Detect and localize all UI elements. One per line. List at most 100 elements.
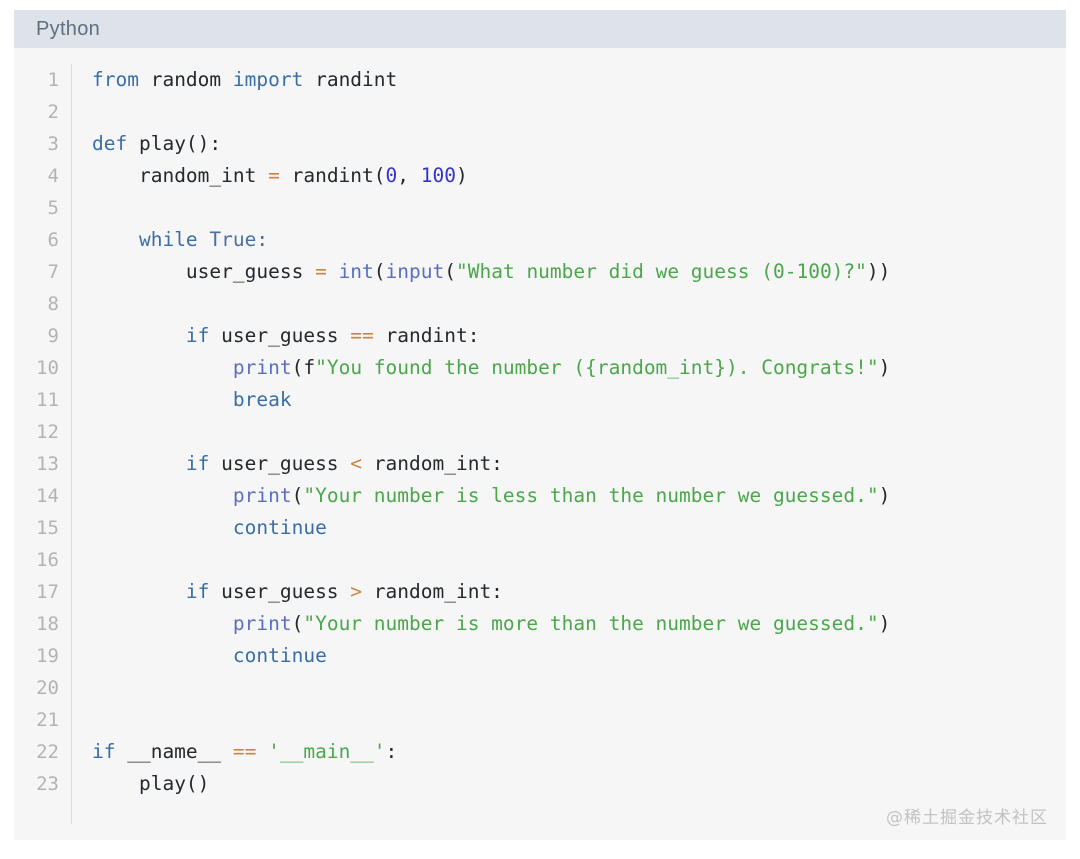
token-keyword: if xyxy=(185,580,210,603)
code-block-body: 1 2 3 4 5 6 7 8 9 10 11 12 13 14 15 16 1… xyxy=(14,48,1066,840)
token-keyword: if xyxy=(185,324,210,347)
line-number: 2 xyxy=(47,101,59,123)
code-line-empty xyxy=(92,704,1066,736)
token-operator: < xyxy=(350,452,363,475)
line-number: 15 xyxy=(36,517,59,539)
watermark: @稀土掘金技术社区 xyxy=(886,808,1048,828)
token-call: play() xyxy=(138,772,210,795)
token-operator: == xyxy=(350,324,374,347)
token-punct: ) xyxy=(878,356,891,379)
line-number: 7 xyxy=(47,261,59,283)
line-number: 13 xyxy=(36,453,59,475)
code-line: continue xyxy=(92,640,1066,672)
line-number: 11 xyxy=(36,389,59,411)
token-builtin-fn: print xyxy=(232,484,292,507)
line-number: 23 xyxy=(36,773,59,795)
line-number: 8 xyxy=(47,293,59,315)
token-variable: user_guess xyxy=(209,580,351,603)
code-line: if user_guess > random_int: xyxy=(92,576,1066,608)
token-string: "What number did we guess (0-100)?" xyxy=(456,260,867,283)
language-label: Python xyxy=(36,17,101,40)
token-variable: user_guess xyxy=(209,324,351,347)
token-module: random xyxy=(138,68,233,91)
token-string: '__main__' xyxy=(268,740,386,763)
code-line: play() xyxy=(92,768,1066,800)
code-line: print("Your number is less than the numb… xyxy=(92,480,1066,512)
token-name: randint xyxy=(303,68,398,91)
token-string: "Your number is less than the number we … xyxy=(303,484,879,507)
token-builtin-fn: input xyxy=(385,260,445,283)
token-name: play(): xyxy=(127,132,222,155)
line-number: 3 xyxy=(47,133,59,155)
line-number: 5 xyxy=(47,197,59,219)
token-punct: ) xyxy=(456,164,468,187)
token-punct: ( xyxy=(291,484,304,507)
code-line-empty xyxy=(92,544,1066,576)
code-line-empty xyxy=(92,416,1066,448)
token-builtin: True xyxy=(197,228,257,251)
code-line-empty xyxy=(92,192,1066,224)
token-number: 100 xyxy=(420,164,456,187)
token-builtin-fn: print xyxy=(232,612,292,635)
code-line: print("Your number is more than the numb… xyxy=(92,608,1066,640)
token-punct: : xyxy=(256,228,269,251)
code-line: user_guess = int(input("What number did … xyxy=(92,256,1066,288)
token-call: randint( xyxy=(279,164,386,187)
code-block-card: Python 1 2 3 4 5 6 7 8 9 10 11 12 13 14 … xyxy=(14,10,1066,840)
code-text-area[interactable]: from random import randint def play(): r… xyxy=(72,64,1066,824)
token-punct: ) xyxy=(878,612,891,635)
token-keyword: continue xyxy=(232,644,327,667)
line-number: 9 xyxy=(47,325,59,347)
token-punct: : xyxy=(385,740,398,763)
line-number: 22 xyxy=(36,741,59,763)
line-number: 12 xyxy=(36,421,59,443)
token-number: 0 xyxy=(385,164,398,187)
token-punct: ( xyxy=(291,612,304,635)
token-operator: = xyxy=(268,164,280,187)
code-line: random_int = randint(0, 100) xyxy=(92,160,1066,192)
token-keyword: import xyxy=(232,68,304,91)
token-fstring-prefix: f xyxy=(303,356,316,379)
code-line: if __name__ == '__main__': xyxy=(92,736,1066,768)
code-line: break xyxy=(92,384,1066,416)
token-keyword: if xyxy=(185,452,210,475)
token-operator: == xyxy=(232,740,257,763)
token-dunder: __name__ xyxy=(115,740,233,763)
token-punct: ( xyxy=(291,356,304,379)
line-number: 16 xyxy=(36,549,59,571)
line-number-gutter: 1 2 3 4 5 6 7 8 9 10 11 12 13 14 15 16 1… xyxy=(14,64,72,824)
code-line: print(f"You found the number ({random_in… xyxy=(92,352,1066,384)
token-keyword: while xyxy=(138,228,198,251)
code-line: from random import randint xyxy=(92,64,1066,96)
token-builtin-fn: print xyxy=(232,356,292,379)
token-variable: user_guess xyxy=(185,260,316,283)
code-line: continue xyxy=(92,512,1066,544)
code-line: def play(): xyxy=(92,128,1066,160)
code-line-empty xyxy=(92,96,1066,128)
token-punct: ( xyxy=(373,260,386,283)
token-keyword: continue xyxy=(232,516,327,539)
token-punct: )) xyxy=(866,260,891,283)
token-keyword: def xyxy=(92,132,128,155)
line-number: 4 xyxy=(47,165,59,187)
line-number: 10 xyxy=(36,357,59,379)
code-line: if user_guess < random_int: xyxy=(92,448,1066,480)
line-number: 20 xyxy=(36,677,59,699)
token-name: random_int: xyxy=(362,452,503,475)
line-number: 17 xyxy=(36,581,59,603)
token-name: random_int: xyxy=(362,580,503,603)
token-keyword: from xyxy=(92,68,139,91)
line-number: 21 xyxy=(36,709,59,731)
token-string: "You found the number ({random_int}). Co… xyxy=(315,356,879,379)
